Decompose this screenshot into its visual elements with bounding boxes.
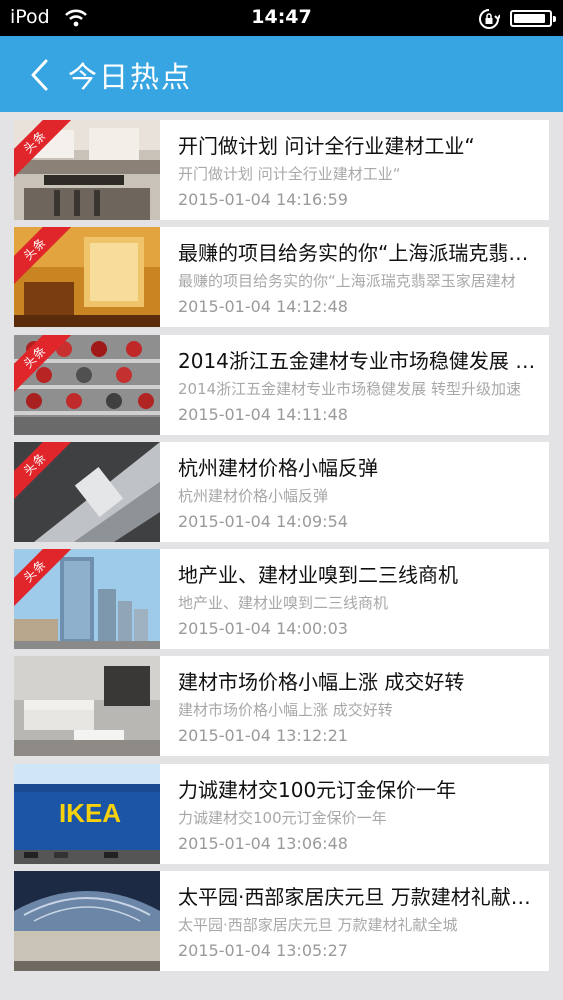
headline-badge: 头条	[14, 549, 74, 609]
news-item[interactable]: 建材市场价格小幅上涨 成交好转 建材市场价格小幅上涨 成交好转 2015-01-…	[14, 656, 549, 757]
news-item[interactable]: 头条 最赚的项目给务实的你“上海派瑞克翡翠玉家居 最赚的项目给务实的你“上海派瑞…	[14, 227, 549, 328]
page-title: 今日热点	[68, 60, 193, 94]
news-headline: 太平园·西部家居庆元旦 万款建材礼献全城	[178, 885, 538, 910]
nav-bar: 今日热点	[0, 36, 563, 112]
news-summary: 最赚的项目给务实的你“上海派瑞克翡翠玉家居建材	[178, 272, 516, 291]
news-headline: 开门做计划 问计全行业建材工业“	[178, 134, 475, 158]
battery-icon	[510, 10, 556, 27]
battery-nub	[553, 16, 556, 22]
news-summary: 力诚建材交100元订金保价一年	[178, 808, 387, 827]
news-timestamp: 2015-01-04 13:06:48	[178, 833, 348, 853]
rotation-lock-icon	[478, 8, 501, 34]
news-item[interactable]: IKEA 力诚建材交100元订金保价一年 力诚建材交100元订金保价一年 201…	[14, 763, 549, 864]
ikea-store-photo: IKEA	[14, 763, 160, 864]
headline-badge: 头条	[14, 334, 74, 395]
news-timestamp: 2015-01-04 13:12:21	[178, 726, 348, 746]
ikea-sign-text: IKEA	[59, 798, 121, 828]
news-item[interactable]: 头条 地产业、建材业嗅到二三线商机 地产业、建材业嗅到二三线商机 2015-01…	[14, 549, 549, 650]
news-summary: 杭州建材价格小幅反弹	[178, 486, 329, 505]
news-timestamp: 2015-01-04 13:05:27	[178, 941, 348, 961]
headline-badge: 头条	[14, 227, 74, 287]
news-item[interactable]: 头条 2014浙江五金建材专业市场稳健发展 转型升级 2014浙江五金建材专业市…	[14, 334, 549, 435]
news-headline: 地产业、建材业嗅到二三线商机	[178, 563, 458, 588]
news-timestamp: 2015-01-04 14:16:59	[178, 190, 348, 209]
news-headline: 2014浙江五金建材专业市场稳健发展 转型升级	[178, 348, 538, 373]
news-item[interactable]: 头条 杭州建材价格小幅反弹 杭州建材价格小幅反弹 2015-01-04 14:0…	[14, 441, 549, 542]
news-summary: 太平园·西部家居庆元旦 万款建材礼献全城	[178, 916, 458, 935]
living-room-photo	[14, 656, 160, 757]
back-chevron-icon[interactable]	[28, 58, 54, 92]
news-item[interactable]: 太平园·西部家居庆元旦 万款建材礼献全城 太平园·西部家居庆元旦 万款建材礼献全…	[14, 871, 549, 972]
headline-badge: 头条	[14, 441, 74, 502]
status-bar: iPod 14:47	[0, 0, 563, 36]
news-headline: 杭州建材价格小幅反弹	[178, 455, 378, 480]
news-headline: 最赚的项目给务实的你“上海派瑞克翡翠玉家居	[178, 241, 538, 266]
news-headline: 建材市场价格小幅上涨 成交好转	[178, 670, 465, 695]
news-summary: 开门做计划 问计全行业建材工业“	[178, 165, 401, 183]
headline-badge: 头条	[14, 120, 74, 180]
mall-dome-photo	[14, 871, 160, 972]
news-timestamp: 2015-01-04 14:11:48	[178, 404, 348, 424]
news-summary: 2014浙江五金建材专业市场稳健发展 转型升级加速	[178, 379, 521, 398]
news-timestamp: 2015-01-04 14:09:54	[178, 511, 348, 531]
news-summary: 建材市场价格小幅上涨 成交好转	[178, 701, 393, 720]
news-item[interactable]: 头条 开门做计划 问计全行业建材工业“ 开门做计划 问计全行业建材工业“ 201…	[14, 120, 549, 220]
news-list: 头条 开门做计划 问计全行业建材工业“ 开门做计划 问计全行业建材工业“ 201…	[14, 120, 549, 978]
news-timestamp: 2015-01-04 14:00:03	[178, 619, 348, 639]
battery-fill	[514, 14, 545, 23]
news-timestamp: 2015-01-04 14:12:48	[178, 297, 348, 317]
news-headline: 力诚建材交100元订金保价一年	[178, 777, 457, 802]
news-summary: 地产业、建材业嗅到二三线商机	[178, 594, 389, 613]
